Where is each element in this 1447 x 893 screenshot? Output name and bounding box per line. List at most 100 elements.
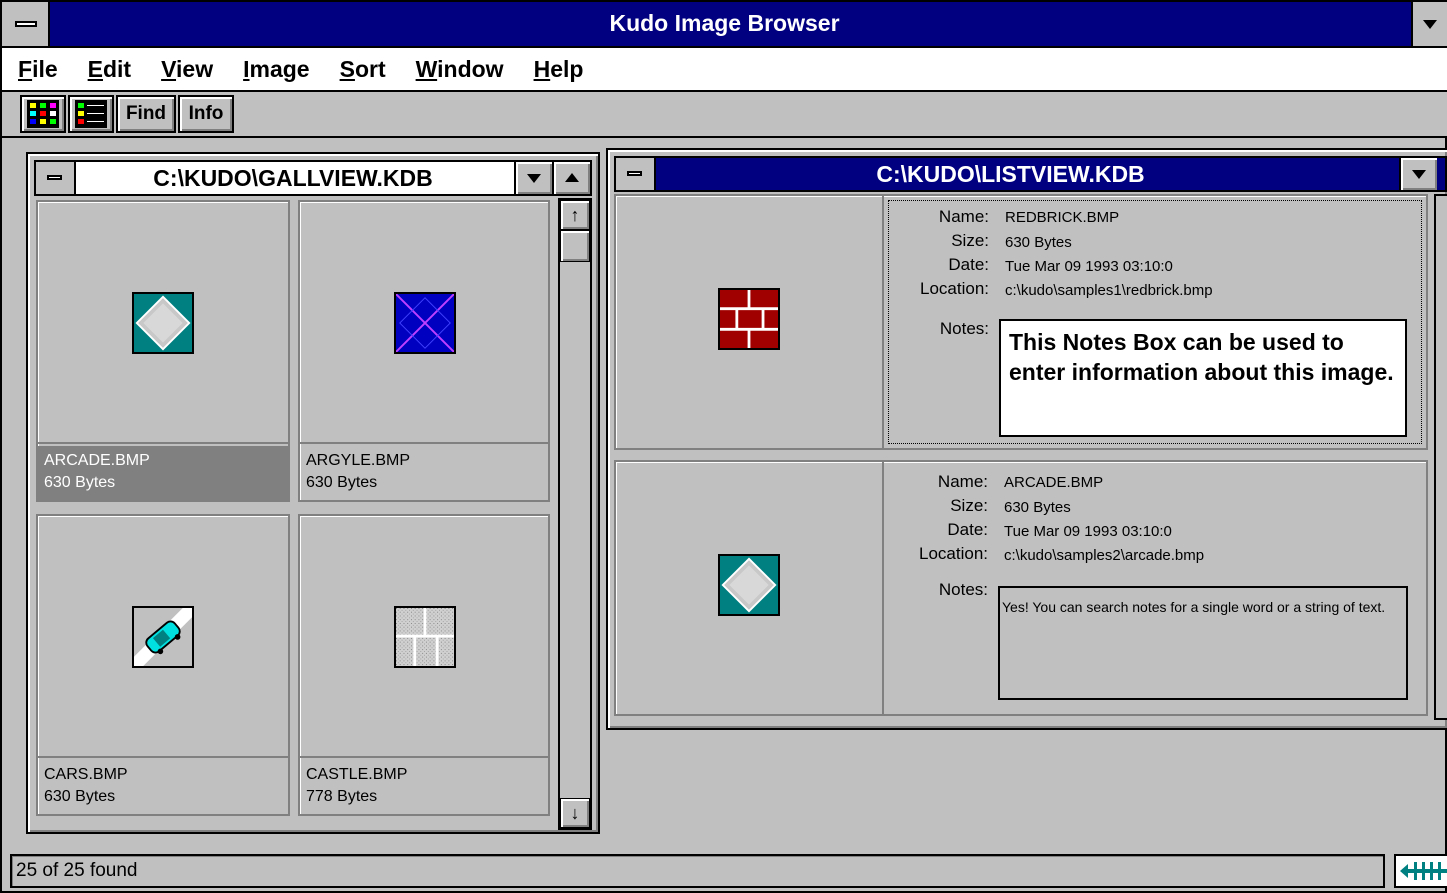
kudo-app-window: Kudo Image Browser File Edit View Image … [0, 0, 1447, 893]
scroll-up-button[interactable]: ↑ [560, 200, 590, 230]
size-label: Size: [950, 496, 988, 515]
argyle-thumbnail-icon [394, 292, 456, 354]
name-label: Name: [938, 207, 989, 226]
app-title: Kudo Image Browser [609, 10, 840, 36]
listview-system-menu-icon [627, 171, 642, 176]
castle-thumbnail-icon [394, 606, 456, 668]
arcade-thumbnail-icon [132, 292, 194, 354]
menu-bar: File Edit View Image Sort Window Help [2, 48, 1447, 92]
menu-help[interactable]: Help [534, 56, 584, 83]
listview-minimize-arrow-icon [1412, 170, 1426, 179]
list-record-info: Name: REDBRICK.BMP Size: 630 Bytes Date:… [888, 200, 1422, 444]
gallery-item-name: CASTLE.BMP [306, 766, 408, 783]
progress-spinner-icon [1400, 862, 1447, 880]
gallery-item-argyle[interactable]: ARGYLE.BMP 630 Bytes [298, 200, 550, 502]
gallery-item-image [38, 202, 288, 444]
minimize-arrow-icon [1423, 20, 1437, 29]
list-record-image [616, 196, 884, 448]
app-title-bar[interactable]: Kudo Image Browser [2, 2, 1447, 48]
menu-edit-accel: E [87, 55, 103, 82]
menu-sort[interactable]: Sort [340, 56, 386, 83]
menu-view-rest: iew [176, 55, 214, 82]
listview-title: C:\KUDO\LISTVIEW.KDB [876, 161, 1145, 187]
gallery-system-menu-button[interactable] [36, 162, 76, 194]
gallery-item-name: ARCADE.BMP [44, 452, 150, 469]
notes-label: Notes: [939, 319, 989, 338]
gallery-item-castle[interactable]: CASTLE.BMP 778 Bytes [298, 514, 550, 816]
menu-help-accel: H [533, 55, 551, 82]
menu-help-rest: elp [550, 55, 584, 82]
car-thumbnail-icon [132, 606, 194, 668]
listview-title-bar[interactable]: C:\KUDO\LISTVIEW.KDB [614, 156, 1447, 192]
size-label: Size: [951, 231, 989, 250]
listview-system-menu-button[interactable] [616, 158, 656, 190]
progress-indicator [1394, 854, 1447, 888]
gallery-item-size: 630 Bytes [44, 474, 116, 491]
find-button-label: Find [125, 103, 167, 124]
date-value: Tue Mar 09 1993 03:10:0 [1005, 258, 1173, 275]
gallery-item-label: ARCADE.BMP 630 Bytes [38, 446, 288, 500]
gallery-title: C:\KUDO\GALLVIEW.KDB [153, 165, 433, 191]
gallery-item-name: CARS.BMP [44, 766, 128, 783]
menu-window-rest: indow [437, 55, 504, 82]
find-button[interactable]: Find [116, 95, 176, 133]
listview-vertical-scrollbar[interactable] [1434, 194, 1447, 720]
name-label: Name: [937, 472, 988, 491]
minimize-button[interactable] [1411, 2, 1447, 46]
list-record-redbrick[interactable]: Name: REDBRICK.BMP Size: 630 Bytes Date:… [614, 194, 1428, 450]
menu-window-accel: W [415, 55, 438, 82]
notes-box[interactable]: This Notes Box can be used to enter info… [999, 319, 1407, 437]
gallery-maximize-arrow-icon [565, 173, 579, 182]
menu-file[interactable]: File [18, 56, 58, 83]
gallery-item-image [300, 202, 548, 444]
list-view-icon [75, 100, 107, 128]
gallery-item-arcade[interactable]: ARCADE.BMP 630 Bytes [36, 200, 290, 502]
gallery-item-cars[interactable]: CARS.BMP 630 Bytes [36, 514, 290, 816]
scroll-thumb[interactable] [560, 230, 590, 262]
date-value: Tue Mar 09 1993 03:10:0 [1004, 523, 1172, 540]
gallery-item-image [300, 516, 548, 758]
menu-view[interactable]: View [161, 56, 213, 83]
menu-image[interactable]: Image [243, 56, 309, 83]
menu-image-rest: mage [249, 55, 310, 82]
gallery-item-label: CASTLE.BMP 778 Bytes [300, 760, 548, 814]
list-record-info: Name: ARCADE.BMP Size: 630 Bytes Date: T… [888, 466, 1422, 710]
list-view-button[interactable] [68, 95, 114, 133]
gallery-minimize-button[interactable] [514, 162, 552, 194]
notes-box[interactable]: Yes! You can search notes for a single w… [998, 586, 1408, 700]
list-record-image [616, 462, 884, 714]
status-bar: 25 of 25 found [10, 854, 1385, 888]
name-value: ARCADE.BMP [1004, 474, 1104, 491]
gallery-view-button[interactable] [20, 95, 66, 133]
gallery-window: C:\KUDO\GALLVIEW.KDB ARCADE.BMP 630 Byte… [26, 152, 600, 834]
menu-edit[interactable]: Edit [88, 56, 131, 83]
location-label: Location: [920, 279, 989, 298]
listview-window: C:\KUDO\LISTVIEW.KDB Name: REDBRICK.BMP [606, 148, 1447, 730]
arcade-thumbnail-icon [718, 554, 780, 616]
menu-sort-rest: ort [354, 55, 386, 82]
date-label: Date: [947, 520, 988, 539]
menu-file-accel: F [18, 55, 33, 82]
info-button-label: Info [188, 103, 224, 124]
gallery-title-bar[interactable]: C:\KUDO\GALLVIEW.KDB [34, 160, 592, 196]
listview-minimize-button[interactable] [1399, 158, 1437, 190]
gallery-vertical-scrollbar[interactable]: ↑ ↓ [558, 198, 592, 830]
list-record-arcade[interactable]: Name: ARCADE.BMP Size: 630 Bytes Date: T… [614, 460, 1428, 716]
size-value: 630 Bytes [1004, 499, 1071, 516]
gallery-item-name: ARGYLE.BMP [306, 452, 411, 469]
gallery-minimize-arrow-icon [527, 174, 541, 183]
gallery-item-size: 630 Bytes [306, 474, 378, 491]
scroll-down-button[interactable]: ↓ [560, 798, 590, 828]
toolbar: Find Info [2, 92, 1447, 138]
menu-view-accel: V [161, 55, 177, 82]
gallery-item-size: 778 Bytes [306, 788, 378, 805]
location-label: Location: [919, 544, 988, 563]
menu-window[interactable]: Window [416, 56, 504, 83]
gallery-maximize-button[interactable] [552, 162, 590, 194]
info-button[interactable]: Info [178, 95, 234, 133]
location-value: c:\kudo\samples2\arcade.bmp [1004, 547, 1205, 564]
gallery-item-label: CARS.BMP 630 Bytes [38, 760, 288, 814]
scroll-down-arrow-icon: ↓ [570, 803, 580, 823]
gallery-system-menu-icon [47, 175, 62, 180]
menu-sort-accel: S [339, 55, 355, 82]
